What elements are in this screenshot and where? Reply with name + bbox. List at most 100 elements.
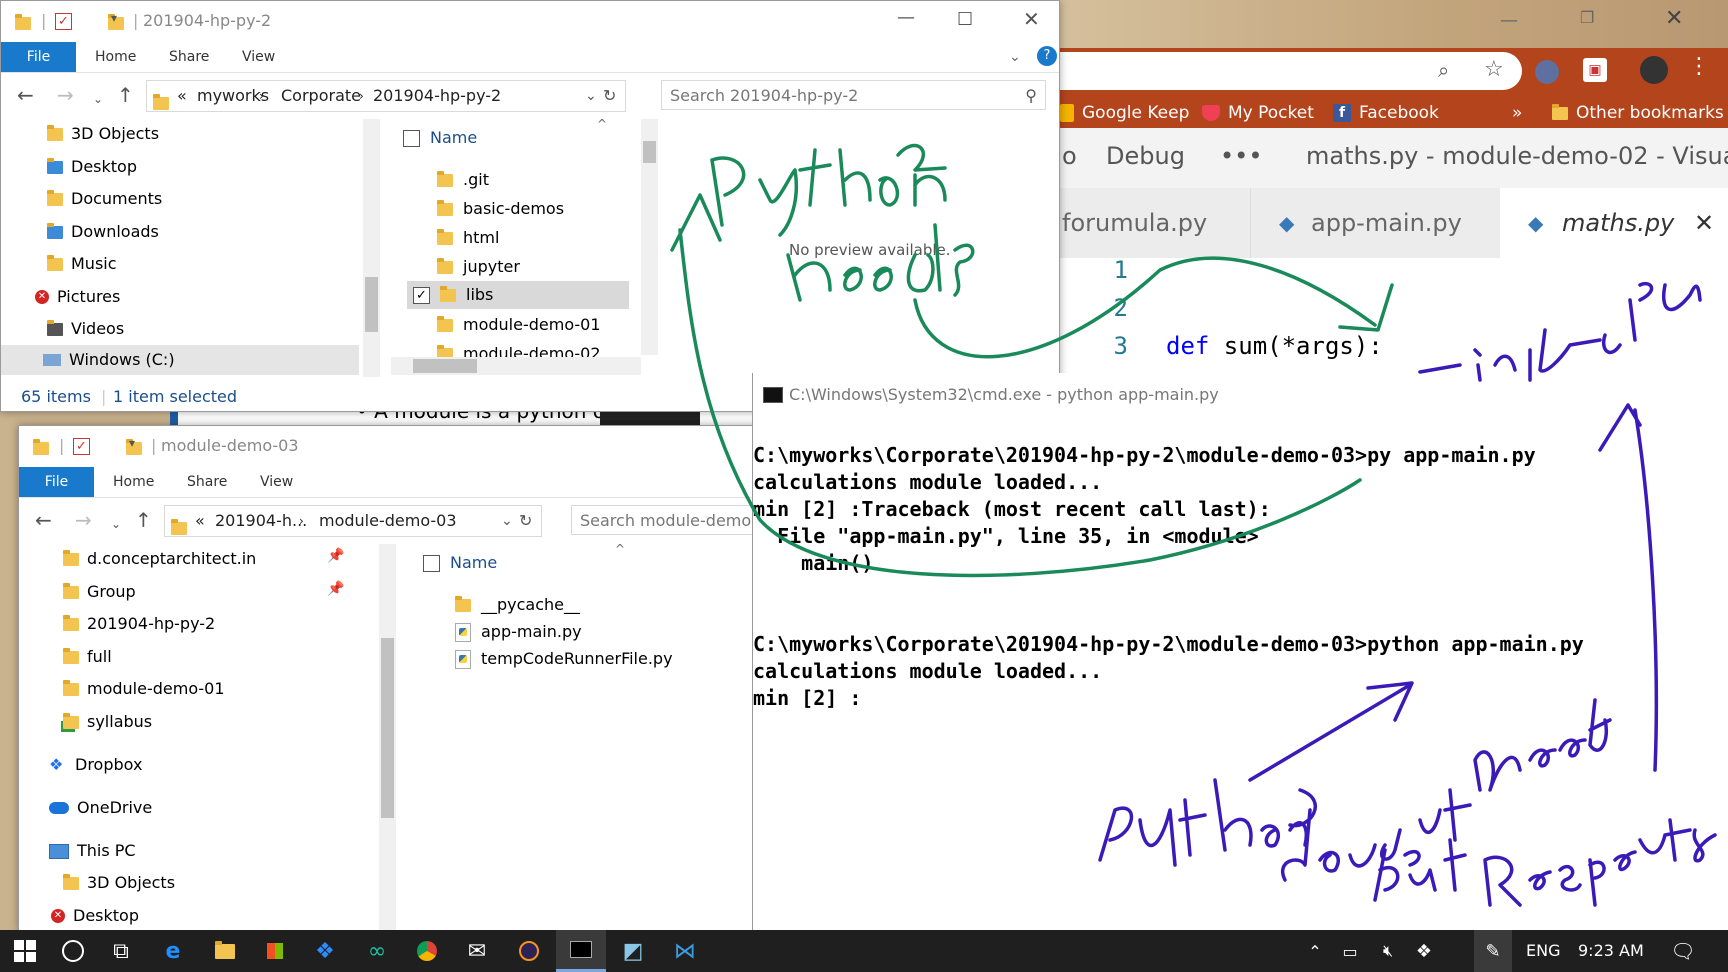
ribbon-file-tab[interactable]: File <box>19 467 94 497</box>
file-item-app-main-py[interactable]: app-main.py <box>455 619 582 645</box>
tree-item-videos[interactable]: Videos <box>47 314 124 344</box>
ribbon-share-tab[interactable]: Share <box>187 467 227 497</box>
tree-item-syllabus[interactable]: syllabus <box>63 707 152 737</box>
ribbon-share-tab[interactable]: Share <box>169 42 209 72</box>
scrollbar-thumb[interactable] <box>643 141 656 163</box>
column-header-name[interactable]: Name <box>423 550 497 576</box>
taskbar-cmd[interactable] <box>556 930 606 972</box>
profile-avatar[interactable] <box>1640 56 1668 84</box>
bookmark-my-pocket[interactable]: My Pocket <box>1202 101 1314 125</box>
quick-access-dropdown-icon[interactable]: ▾ <box>129 436 135 450</box>
scrollbar-thumb[interactable] <box>381 638 394 818</box>
bookmarks-overflow-button[interactable]: » <box>1512 101 1522 125</box>
file-list[interactable]: Name ^ __pycache__ app-main.py tempCodeR… <box>419 544 759 931</box>
back-arrow-icon[interactable]: ← <box>35 509 52 531</box>
ribbon-home-tab[interactable]: Home <box>113 467 154 497</box>
breadcrumb-parent[interactable]: 201904-h... <box>215 506 307 536</box>
search-input[interactable]: Search 201904-hp-py-2 ⚲ <box>661 80 1046 110</box>
chrome-minimize-button[interactable]: — <box>1500 10 1518 31</box>
breadcrumb-overflow[interactable]: « <box>177 81 187 111</box>
volume-muted-icon[interactable]: 🔇︎ <box>1370 930 1406 972</box>
breadcrumb-current[interactable]: module-demo-03 <box>319 506 457 536</box>
tree-item-full[interactable]: full <box>63 642 112 672</box>
other-bookmarks-folder[interactable]: Other bookmarks <box>1552 101 1724 125</box>
tree-item-module-demo-01[interactable]: module-demo-01 <box>63 674 225 704</box>
forward-arrow-icon[interactable]: → <box>57 84 74 106</box>
select-all-checkbox[interactable] <box>423 554 440 572</box>
tree-item-desktop[interactable]: ✕ Desktop <box>51 901 139 931</box>
tree-item-windows-c[interactable]: Windows (C:) <box>1 345 359 375</box>
navigation-pane[interactable]: 3D Objects Desktop Documents Downloads M… <box>1 119 363 377</box>
file-list-scrollbar[interactable] <box>641 119 658 355</box>
taskbar-eclipse[interactable] <box>504 930 554 972</box>
menu-item-debug[interactable]: Debug <box>1106 142 1185 170</box>
battery-icon[interactable]: ▭ <box>1332 930 1368 972</box>
vscode-editor[interactable]: 1 2 3 def sum(*args): <box>1000 256 1728 373</box>
chrome-menu-icon[interactable]: ⋮ <box>1688 54 1710 79</box>
file-item-pycache[interactable]: __pycache__ <box>455 592 580 618</box>
start-button[interactable] <box>0 930 50 972</box>
menu-item-partial[interactable]: o <box>1062 142 1077 170</box>
pin-icon[interactable]: 📌 <box>327 548 344 564</box>
properties-icon[interactable]: ✓ <box>73 438 90 455</box>
column-header-name[interactable]: Name <box>403 125 477 151</box>
recent-locations-icon[interactable]: ⌄ <box>111 513 121 535</box>
action-center-icon[interactable]: 🗨︎ <box>1660 930 1706 972</box>
file-list[interactable]: Name ^ .git basic-demos html jupyter ✓ li… <box>389 119 641 377</box>
taskbar-arduino[interactable]: ∞ <box>352 930 402 972</box>
ribbon-expand-icon[interactable]: ⌄ <box>1009 42 1021 72</box>
ribbon-view-tab[interactable]: View <box>242 42 275 72</box>
tree-item-desktop[interactable]: Desktop <box>47 152 137 182</box>
breadcrumb-corporate[interactable]: Corporate <box>281 81 361 111</box>
file-item-jupyter[interactable]: jupyter <box>437 254 520 280</box>
chrome-close-button[interactable]: ✕ <box>1665 6 1683 31</box>
tree-item-conceptarchitect[interactable]: d.conceptarchitect.in <box>63 544 256 574</box>
menu-more-button[interactable]: ••• <box>1220 142 1262 170</box>
taskbar-mail[interactable]: ✉ <box>452 930 502 972</box>
tree-item-3d-objects[interactable]: 3D Objects <box>47 119 159 149</box>
maximize-button[interactable]: ☐ <box>957 9 973 30</box>
select-all-checkbox[interactable] <box>403 129 420 147</box>
task-view-button[interactable]: ⧉ <box>96 930 146 972</box>
tree-item-downloads[interactable]: Downloads <box>47 217 159 247</box>
chrome-omnibox[interactable]: ⌕ ☆ <box>1000 52 1522 90</box>
recent-locations-icon[interactable]: ⌄ <box>93 88 103 110</box>
horizontal-scrollbar[interactable] <box>391 357 641 375</box>
tree-item-pictures[interactable]: ✕ Pictures <box>35 282 120 312</box>
taskbar-edge[interactable]: e <box>148 930 198 972</box>
taskbar-store[interactable] <box>250 930 300 972</box>
properties-icon[interactable]: ✓ <box>55 13 72 30</box>
breadcrumb-current[interactable]: 201904-hp-py-2 <box>373 81 501 111</box>
file-item-libs[interactable]: ✓ libs <box>407 281 629 309</box>
extension-icon[interactable] <box>1535 60 1559 84</box>
ribbon-view-tab[interactable]: View <box>260 467 293 497</box>
nav-scrollbar[interactable] <box>379 544 396 931</box>
taskbar-dropbox[interactable]: ❖ <box>300 930 350 972</box>
ribbon-home-tab[interactable]: Home <box>95 42 136 72</box>
tree-item-201904-hp-py-2[interactable]: 201904-hp-py-2 <box>63 609 215 639</box>
taskbar-file-explorer[interactable] <box>200 930 250 972</box>
tab-close-icon[interactable]: ✕ <box>1694 188 1714 258</box>
chevron-right-icon[interactable]: › <box>299 506 304 536</box>
language-indicator[interactable]: ENG <box>1526 930 1560 972</box>
cortana-search-button[interactable] <box>48 930 98 972</box>
taskbar-chrome[interactable] <box>402 930 452 972</box>
search-input[interactable]: Search module-demo-03 <box>571 505 759 535</box>
item-checkbox-checked[interactable]: ✓ <box>413 286 430 304</box>
address-bar[interactable]: « myworks › Corporate › 201904-hp-py-2 ⌄… <box>146 80 626 112</box>
bookmark-star-icon[interactable]: ☆ <box>1484 57 1504 82</box>
tab-maths-py[interactable]: ◆ maths.py ✕ <box>1500 188 1728 258</box>
forward-arrow-icon[interactable]: → <box>75 509 92 531</box>
navigation-pane[interactable]: d.conceptarchitect.in 📌 Group 📌 201904-h… <box>19 544 359 931</box>
tree-item-documents[interactable]: Documents <box>47 184 162 214</box>
refresh-icon[interactable]: ↻ <box>519 506 532 536</box>
taskbar-app[interactable]: ◩ <box>608 930 658 972</box>
up-arrow-icon[interactable]: ↑ <box>135 509 152 531</box>
chevron-down-icon[interactable]: ⌄ <box>501 506 513 536</box>
address-bar[interactable]: « 201904-h... › module-demo-03 ⌄ ↻ <box>164 505 542 537</box>
pen-workspace-icon[interactable]: ✎ <box>1474 930 1512 972</box>
quick-access-dropdown-icon[interactable]: ▾ <box>111 11 117 25</box>
bookmark-google-keep[interactable]: Google Keep <box>1060 101 1189 125</box>
clock[interactable]: 9:23 AM <box>1578 930 1644 972</box>
show-hidden-icons-button[interactable]: ⌃ <box>1298 930 1332 972</box>
